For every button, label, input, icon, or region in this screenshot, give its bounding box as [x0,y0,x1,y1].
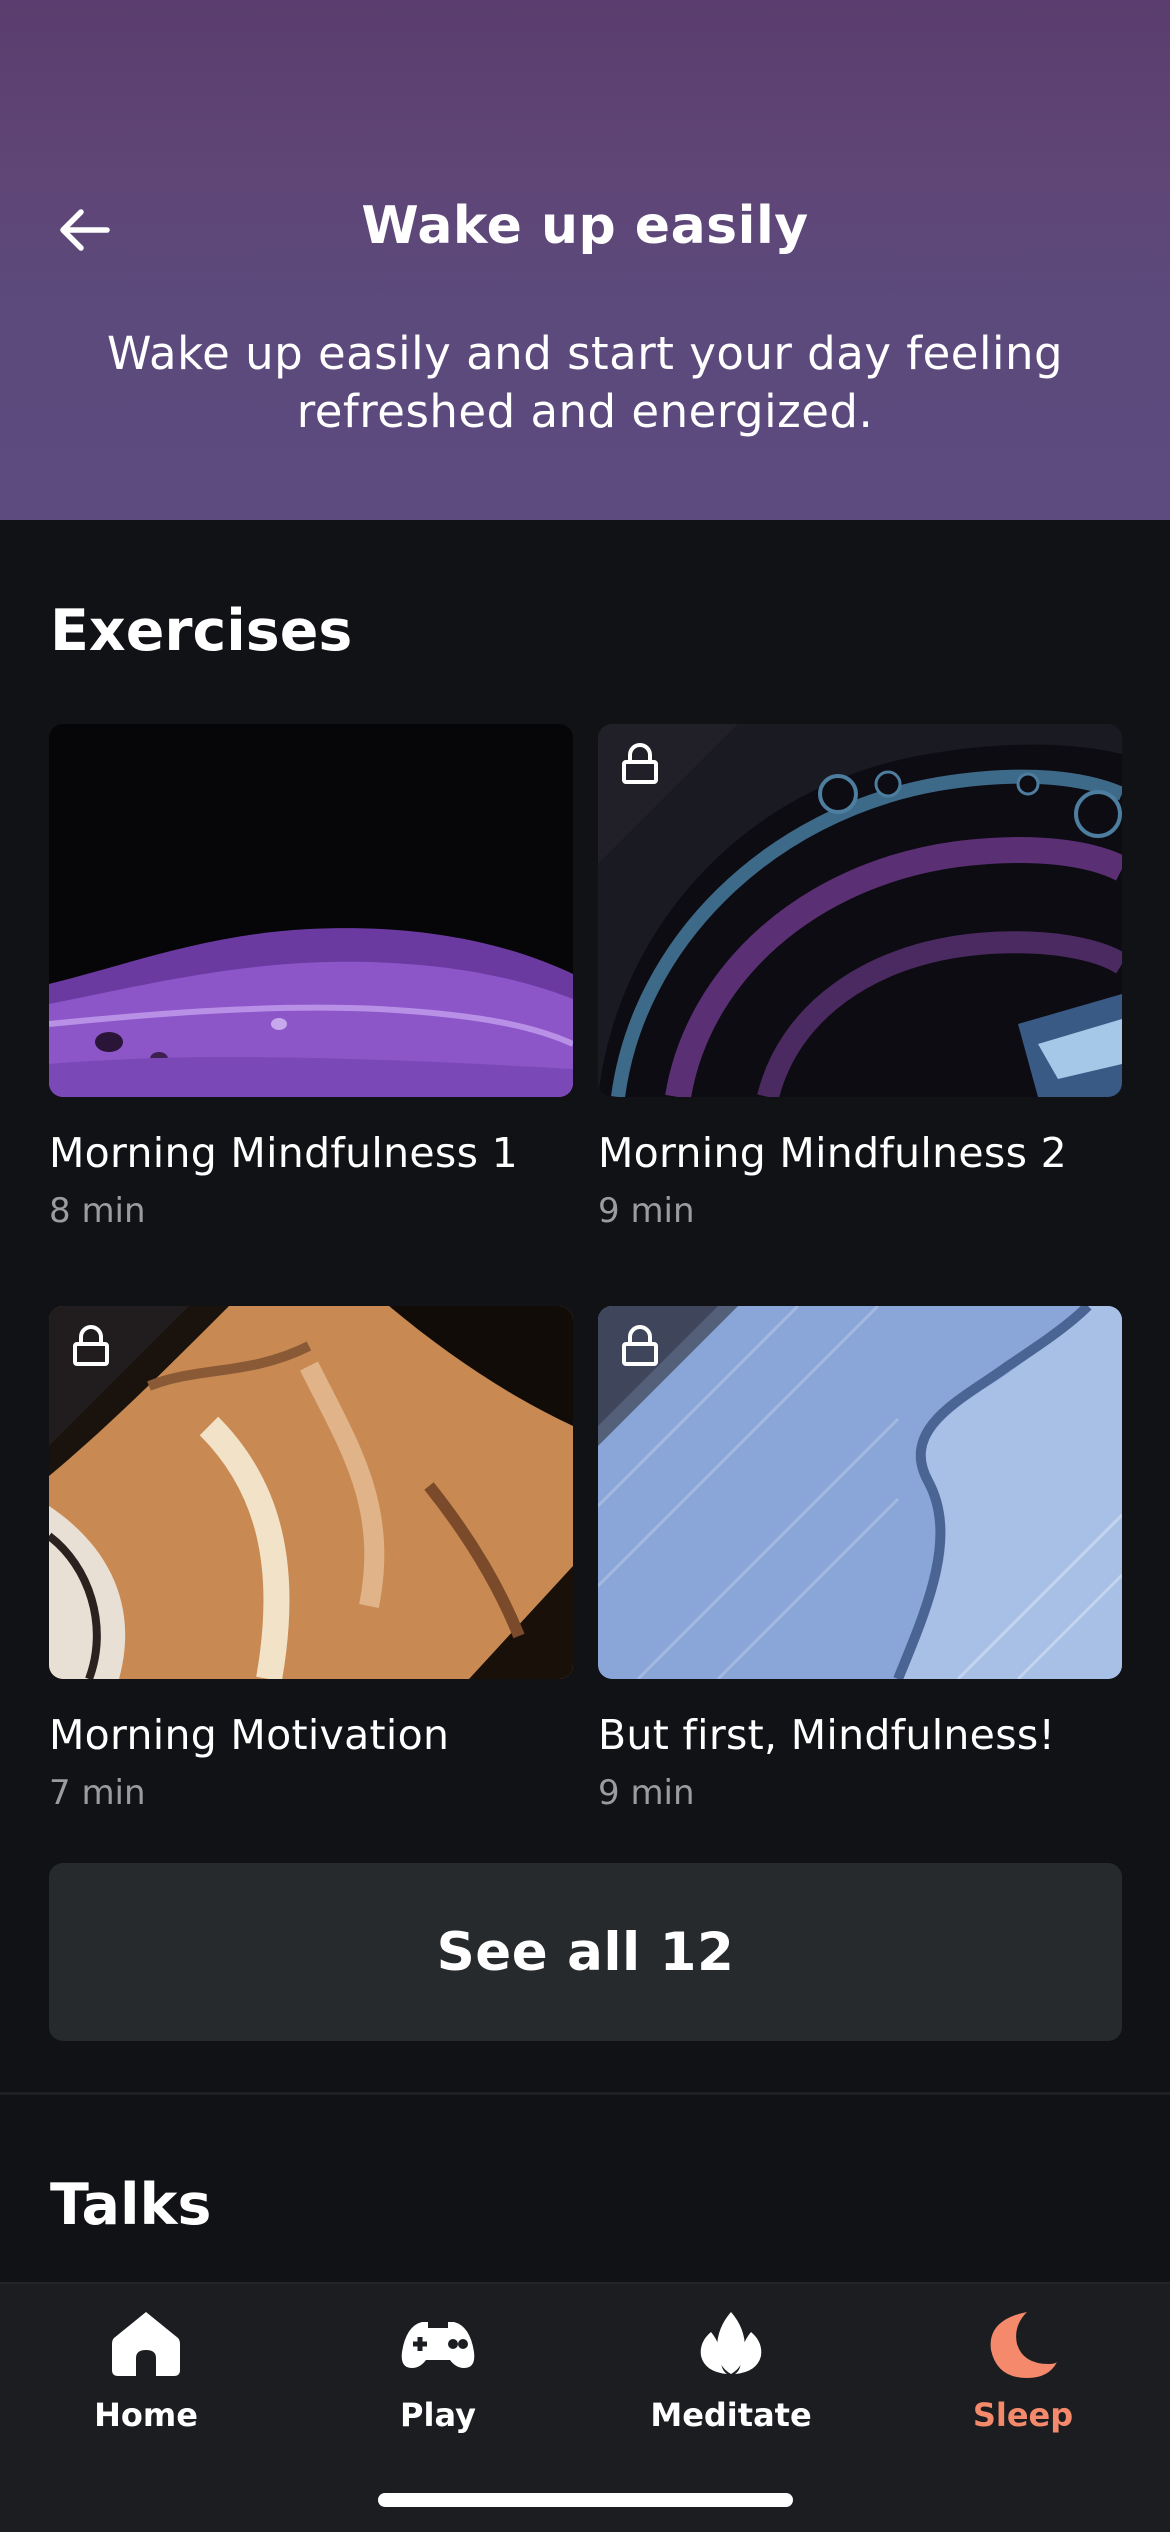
gamepad-icon [401,2322,475,2368]
exercise-thumbnail [49,1306,573,1679]
exercise-duration: 9 min [598,1773,695,1813]
see-all-button[interactable]: See all 12 [49,1863,1122,2041]
page-title: Wake up easily [361,196,809,256]
section-title-exercises: Exercises [50,598,353,664]
exercise-duration: 9 min [598,1191,695,1231]
tab-label: Meditate [650,2396,812,2434]
tab-sleep[interactable]: Sleep [913,2304,1133,2454]
exercise-title: But first, Mindfulness! [598,1711,1056,1759]
tab-meditate[interactable]: Meditate [621,2304,841,2454]
exercise-card[interactable]: Morning Motivation 7 min [49,1306,573,1813]
section-title-talks: Talks [50,2172,212,2238]
header: Wake up easily Wake up easily and start … [0,0,1170,520]
exercise-duration: 7 min [49,1773,146,1813]
exercise-card[interactable]: Morning Mindfulness 2 9 min [598,724,1122,1231]
tab-label: Sleep [972,2396,1074,2434]
page-description: Wake up easily and start your day feelin… [106,327,1064,438]
tab-home[interactable]: Home [36,2304,256,2454]
exercise-thumbnail [49,724,573,1097]
exercise-thumbnail [598,1306,1122,1679]
lock-icon [73,1325,109,1366]
exercise-duration: 8 min [49,1191,146,1231]
tab-label: Home [94,2396,198,2434]
lock-icon [622,743,658,784]
section-divider [0,2092,1170,2095]
exercise-title: Morning Motivation [49,1711,450,1759]
home-indicator [378,2493,793,2507]
exercise-title: Morning Mindfulness 2 [598,1129,1067,1177]
lotus-icon [700,2312,762,2374]
exercise-thumbnail [598,724,1122,1097]
tab-label: Play [400,2396,476,2434]
exercise-card[interactable]: Morning Mindfulness 1 8 min [49,724,573,1231]
tab-play[interactable]: Play [328,2304,548,2454]
lock-icon [622,1325,658,1366]
home-icon [112,2312,180,2376]
exercise-card[interactable]: But first, Mindfulness! 9 min [598,1306,1122,1813]
exercise-title: Morning Mindfulness 1 [49,1129,518,1177]
moon-icon [990,2312,1057,2378]
